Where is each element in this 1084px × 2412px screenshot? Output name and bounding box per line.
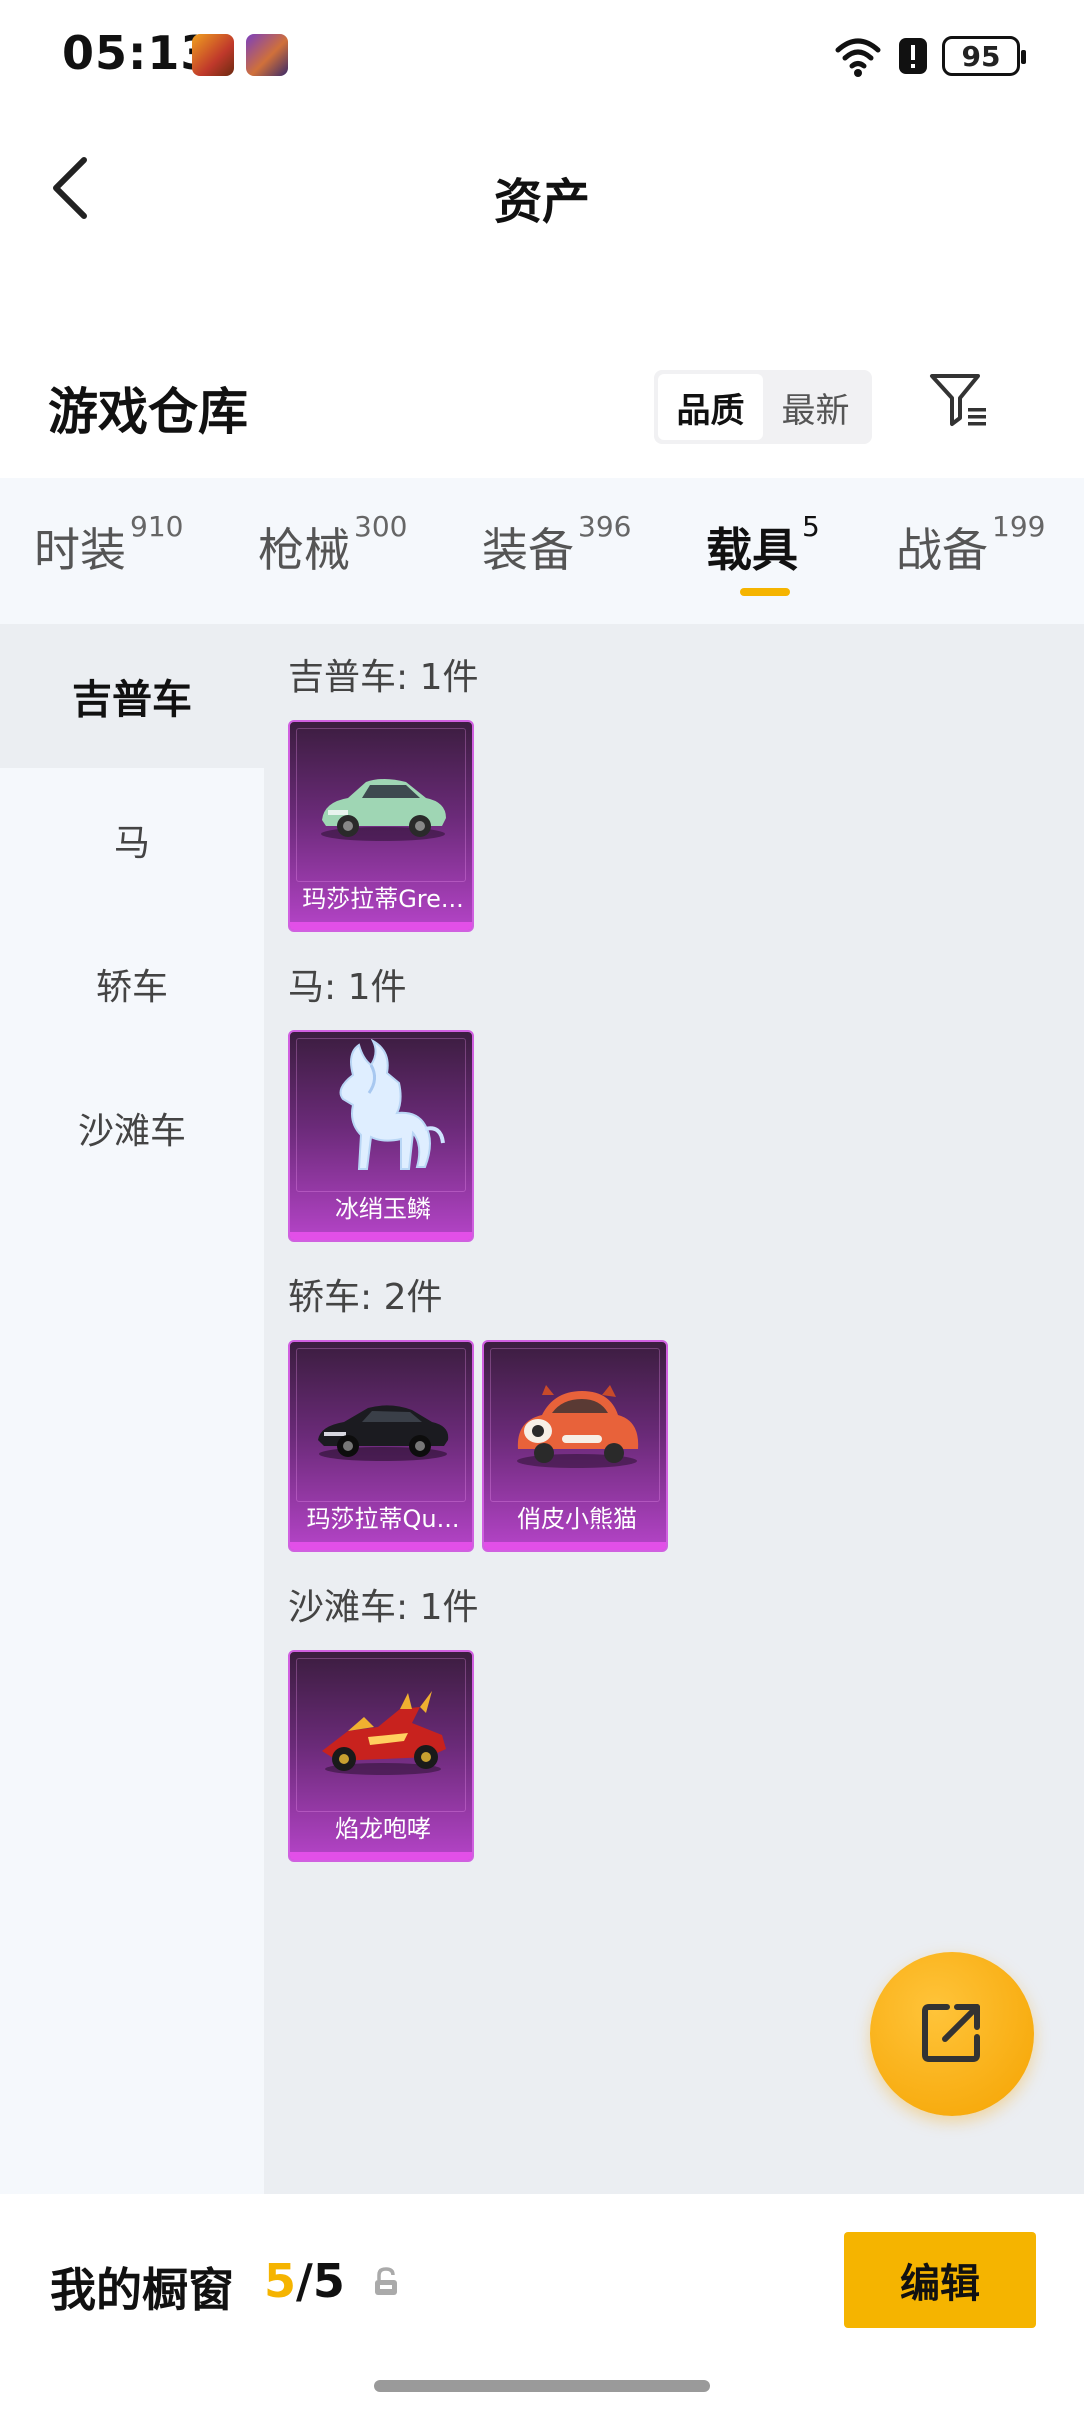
red-panda-car-image xyxy=(484,1342,666,1506)
rarity-strip xyxy=(290,1232,472,1240)
category-tabs: 时装 910 枪械 300 装备 396 载具 5 战备 199 xyxy=(0,478,1084,624)
game-app-icon xyxy=(192,34,234,76)
vehicle-name: 玛莎拉蒂Qu... xyxy=(306,1505,460,1533)
green-suv-image xyxy=(290,722,472,886)
sidebar-item-jeep[interactable]: 吉普车 xyxy=(0,624,264,768)
rarity-strip xyxy=(290,1852,472,1860)
tab-battle-gear[interactable]: 战备 199 xyxy=(896,510,1045,604)
red-dragon-buggy-image xyxy=(290,1652,472,1816)
rarity-strip xyxy=(484,1542,666,1550)
status-indicators: 95 xyxy=(832,32,1026,80)
vehicle-card[interactable]: 俏皮小熊猫 xyxy=(482,1340,668,1552)
vehicle-name: 冰绡玉鳞 xyxy=(335,1195,431,1223)
showcase-current: 5 xyxy=(264,2254,297,2308)
showcase-count: 5/5 xyxy=(264,2254,345,2308)
vehicle-name: 玛莎拉蒂Gre... xyxy=(302,885,464,913)
tab-equipment[interactable]: 装备 396 xyxy=(482,510,631,604)
filter-button[interactable] xyxy=(924,368,994,438)
battery-icon: 95 xyxy=(942,36,1026,76)
vehicle-card[interactable]: 焰龙咆哮 xyxy=(288,1650,474,1862)
warehouse-title: 游戏仓库 xyxy=(48,383,248,441)
black-sedan-image xyxy=(290,1342,472,1506)
home-indicator[interactable] xyxy=(374,2380,710,2392)
share-icon xyxy=(917,1997,987,2071)
group-title-jeep: 吉普车: 1件 xyxy=(288,657,479,698)
group-title-buggy: 沙滩车: 1件 xyxy=(288,1587,479,1628)
sidebar-item-sedan[interactable]: 轿车 xyxy=(0,912,264,1056)
sidebar-item-buggy[interactable]: 沙滩车 xyxy=(0,1056,264,1200)
vehicle-card[interactable]: 玛莎拉蒂Gre... xyxy=(288,720,474,932)
vehicle-name: 俏皮小熊猫 xyxy=(517,1505,637,1533)
tab-label: 枪械 xyxy=(258,523,350,577)
vehicle-name: 焰龙咆哮 xyxy=(335,1815,431,1843)
group-title-sedan: 轿车: 2件 xyxy=(288,1277,443,1318)
alert-icon xyxy=(898,34,928,78)
tab-label: 载具 xyxy=(706,523,798,577)
vehicle-type-sidebar: 吉普车 马 轿车 沙滩车 xyxy=(0,624,264,2194)
group-title-horse: 马: 1件 xyxy=(288,967,407,1008)
tab-count: 300 xyxy=(354,510,408,543)
tab-label: 装备 xyxy=(482,523,574,577)
rarity-strip xyxy=(290,1542,472,1550)
hero-app-icon xyxy=(246,34,288,76)
page-title: 资产 xyxy=(493,174,590,230)
sort-by-quality-button[interactable]: 品质 xyxy=(658,374,763,440)
showcase-total: 5 xyxy=(312,2254,345,2308)
share-button[interactable] xyxy=(870,1952,1034,2116)
tab-fashion[interactable]: 时装 910 xyxy=(34,510,183,604)
filter-icon xyxy=(928,370,990,436)
vehicle-card[interactable]: 玛莎拉蒂Qu... xyxy=(288,1340,474,1552)
vehicle-card[interactable]: 冰绡玉鳞 xyxy=(288,1030,474,1242)
tab-count: 199 xyxy=(992,510,1046,543)
tab-count: 396 xyxy=(578,510,632,543)
sort-toggle: 品质 最新 xyxy=(654,370,872,444)
tab-label: 时装 xyxy=(34,523,126,577)
ice-horse-image xyxy=(290,1032,472,1196)
tab-count: 910 xyxy=(130,510,184,543)
tab-firearms[interactable]: 枪械 300 xyxy=(258,510,407,604)
sidebar-item-horse[interactable]: 马 xyxy=(0,768,264,912)
showcase-label: 我的橱窗 xyxy=(50,2263,234,2317)
edit-button[interactable]: 编辑 xyxy=(844,2232,1036,2328)
wifi-icon xyxy=(832,34,884,78)
sort-by-newest-button[interactable]: 最新 xyxy=(763,374,868,440)
showcase-separator: / xyxy=(296,2254,313,2308)
lock-icon xyxy=(372,2266,400,2302)
tab-count: 5 xyxy=(802,510,820,543)
status-bar: 05:13 95 xyxy=(0,0,1084,110)
active-tab-indicator xyxy=(740,588,790,596)
status-time: 05:13 xyxy=(62,26,214,80)
tab-label: 战备 xyxy=(896,523,988,577)
rarity-strip xyxy=(290,922,472,930)
